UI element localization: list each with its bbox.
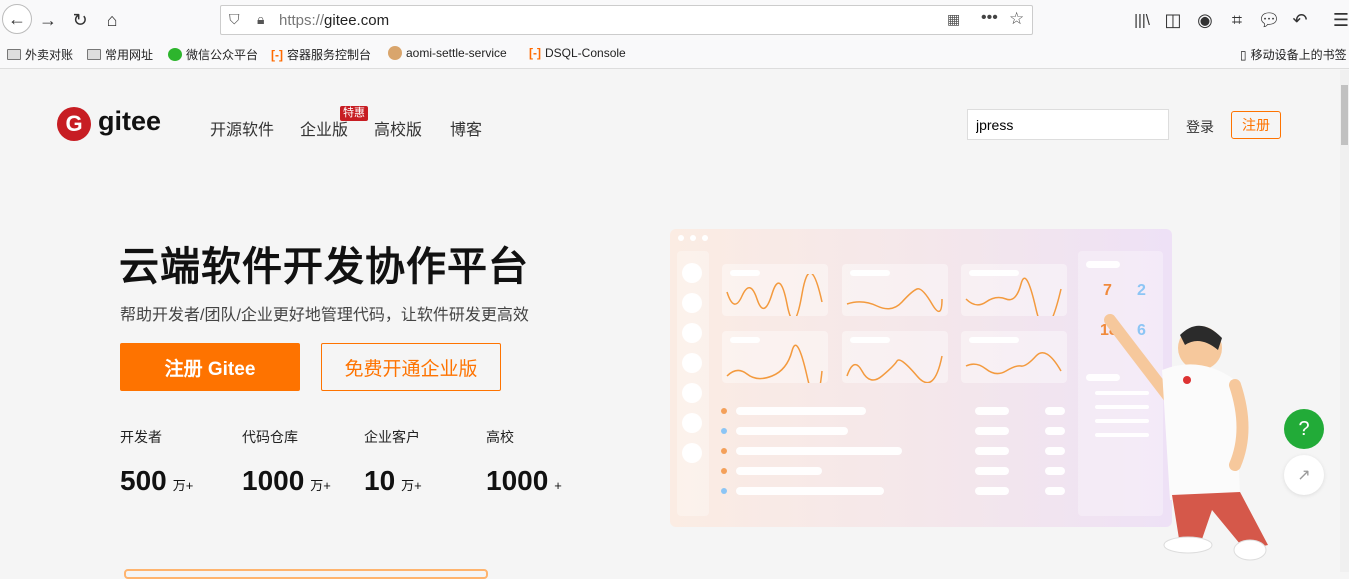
account-icon[interactable]: ◉: [1193, 8, 1217, 32]
illustration-number: 2: [1137, 282, 1146, 299]
wechat-icon: [168, 48, 182, 61]
illustration-chart-card: [842, 264, 948, 316]
library-icon[interactable]: |||\: [1130, 8, 1154, 32]
external-link-icon: ↗: [1297, 467, 1311, 484]
stat-label: 高校: [486, 429, 514, 445]
register-gitee-button[interactable]: 注册 Gitee: [120, 343, 300, 391]
home-button[interactable]: ⌂: [100, 8, 124, 32]
stat-developers: 开发者 500 万+: [120, 427, 193, 497]
bookmark-label: aomi-settle-service: [406, 46, 507, 60]
bookmark-label: DSQL-Console: [545, 46, 626, 60]
illustration-chart-card: [722, 331, 828, 383]
reload-button[interactable]: ↻: [68, 8, 92, 32]
bookmark-label: 容器服务控制台: [287, 48, 372, 62]
stat-label: 代码仓库: [242, 429, 298, 445]
url-host: gitee.com: [324, 12, 390, 29]
folder-icon: [87, 49, 101, 60]
bottom-banner: [124, 569, 488, 579]
menu-icon[interactable]: ☰: [1329, 8, 1349, 32]
bookmark-label: 常用网址: [105, 48, 154, 62]
chat-icon[interactable]: 💬︎: [1257, 8, 1281, 32]
aliyun-icon: [-]: [529, 46, 541, 60]
address-bar[interactable]: ⛉ 🔒︎ https://gitee.com ▦ ••• ☆: [220, 5, 1033, 35]
stat-enterprises: 企业客户 10 万+: [364, 427, 422, 497]
gitee-logo-icon[interactable]: G: [57, 107, 91, 141]
bookmark-label: 外卖对账: [25, 48, 74, 62]
logo-text[interactable]: gitee: [98, 106, 161, 137]
illustration-chart-card: [961, 264, 1067, 316]
aliyun-icon: [-]: [271, 47, 283, 62]
bookmark-item[interactable]: 外卖对账: [7, 46, 73, 63]
promo-badge: 特惠: [340, 106, 368, 121]
sidebar-icon[interactable]: ◫: [1161, 8, 1185, 32]
star-icon[interactable]: ☆: [1009, 9, 1024, 29]
register-button[interactable]: 注册: [1231, 111, 1281, 139]
scrollbar-thumb[interactable]: [1341, 85, 1348, 145]
enterprise-trial-button[interactable]: 免费开通企业版: [321, 343, 501, 391]
bookmark-label: 移动设备上的书签: [1250, 48, 1347, 62]
illustration-dot: [721, 488, 727, 494]
stat-universities: 高校 1000 +: [486, 427, 562, 497]
illustration-chart-card: [722, 264, 828, 316]
search-input[interactable]: [967, 109, 1169, 140]
dashboard-illustration: 7 2 18 6: [670, 229, 1172, 527]
undo-icon[interactable]: ↶: [1288, 8, 1312, 32]
browser-toolbar: ← → ↻ ⌂ ⛉ 🔒︎ https://gitee.com ▦ ••• ☆ |…: [0, 0, 1349, 40]
shield-icon: ⛉: [229, 11, 240, 27]
illustration-dot: [721, 468, 727, 474]
nav-open-source[interactable]: 开源软件: [210, 116, 274, 140]
bookmark-item[interactable]: aomi-settle-service: [388, 46, 507, 60]
illustration-circle: [682, 293, 702, 313]
illustration-circle: [682, 413, 702, 433]
stat-unit: 万+: [401, 478, 422, 493]
bookmark-item[interactable]: [-] DSQL-Console: [529, 46, 626, 60]
bookmark-item[interactable]: [-] 容器服务控制台: [271, 46, 371, 63]
stat-value: 1000: [486, 465, 549, 496]
login-link[interactable]: 登录: [1186, 117, 1214, 137]
phone-icon: ▯: [1240, 47, 1247, 62]
help-button[interactable]: ?: [1284, 409, 1324, 449]
bookmark-item[interactable]: 微信公众平台: [168, 46, 258, 63]
back-button[interactable]: ←: [2, 4, 32, 34]
url-scheme: https://: [279, 12, 325, 29]
bookmark-item[interactable]: 常用网址: [87, 46, 153, 63]
illustration-dot: [721, 428, 727, 434]
illustration-circle: [682, 263, 702, 283]
illustration-dot: [721, 448, 727, 454]
forward-button[interactable]: →: [36, 8, 60, 32]
share-button[interactable]: ↗: [1284, 455, 1324, 495]
nav-blog[interactable]: 博客: [450, 116, 482, 140]
stat-unit: 万+: [172, 478, 194, 493]
mobile-bookmarks[interactable]: ▯ 移动设备上的书签: [1240, 46, 1347, 63]
folder-icon: [7, 49, 21, 60]
qr-code-icon[interactable]: ▦: [947, 11, 960, 28]
illustration-dot: [721, 408, 727, 414]
illustration-circle: [682, 353, 702, 373]
stat-label: 企业客户: [364, 429, 420, 445]
illustration-number: 7: [1103, 282, 1112, 299]
hero-subtitle: 帮助开发者/团队/企业更好地管理代码，让软件研发更高效: [120, 307, 529, 324]
crop-icon[interactable]: ⌗: [1225, 8, 1249, 32]
stat-unit: +: [554, 478, 562, 493]
illustration-circle: [682, 443, 702, 463]
stat-repos: 代码仓库 1000 万+: [242, 427, 331, 497]
person-illustration: [1104, 314, 1268, 561]
bookmark-label: 微信公众平台: [186, 48, 259, 62]
page-icon: [388, 46, 402, 60]
hero-title: 云端软件开发协作平台: [119, 245, 529, 289]
illustration-circle: [682, 323, 702, 343]
stat-value: 500: [120, 465, 167, 496]
nav-education[interactable]: 高校版: [374, 116, 422, 140]
stat-unit: 万+: [310, 478, 331, 493]
more-icon[interactable]: •••: [981, 9, 998, 27]
stat-value: 1000: [242, 465, 305, 496]
scrollbar[interactable]: [1340, 70, 1349, 572]
stat-value: 10: [364, 465, 396, 496]
stat-label: 开发者: [120, 429, 162, 445]
illustration-chart-card: [842, 331, 948, 383]
lock-icon: 🔒︎: [257, 11, 265, 27]
illustration-circle: [682, 383, 702, 403]
illustration-chart-card: [961, 331, 1067, 383]
